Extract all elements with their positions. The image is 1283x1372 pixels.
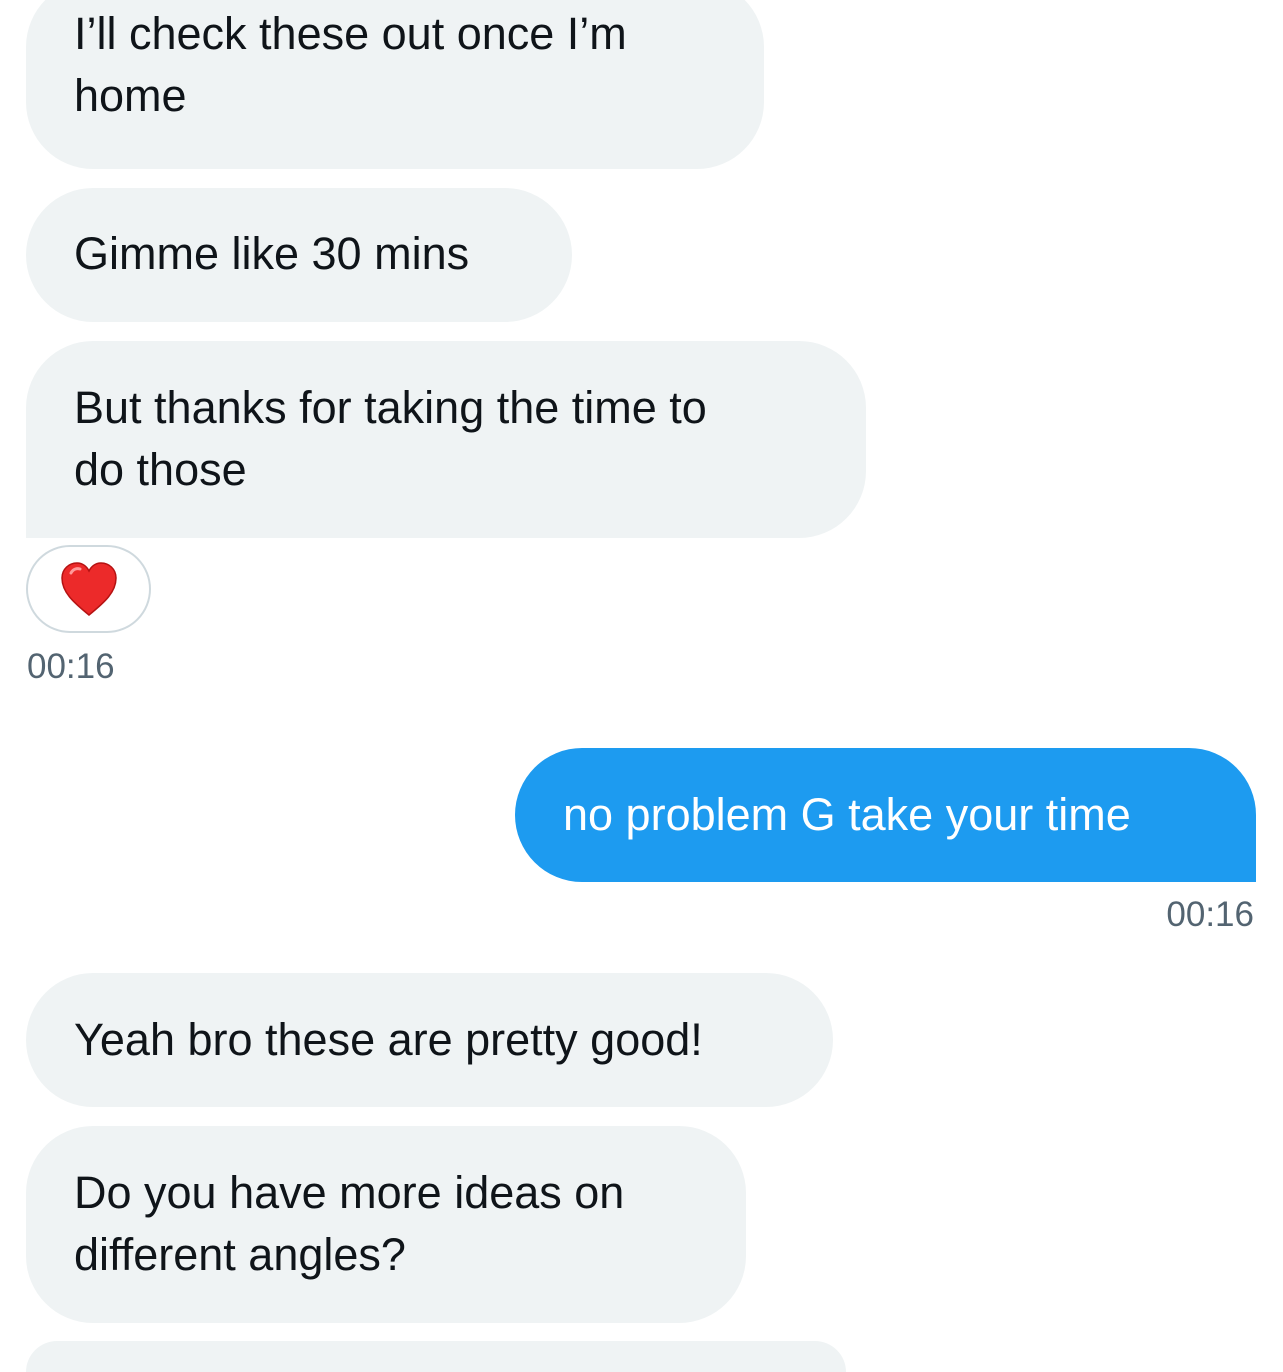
message-text: I’ll check these out once I’m [74, 8, 627, 59]
message-bubble-incoming-partial[interactable] [26, 1341, 846, 1372]
message-bubble-incoming[interactable]: Do you have more ideas on different angl… [26, 1126, 746, 1323]
message-timestamp: 00:16 [1166, 895, 1254, 934]
message-bubble-incoming[interactable]: But thanks for taking the time to do tho… [26, 341, 866, 538]
message-text: do those [74, 444, 247, 495]
heart-reaction[interactable] [26, 545, 151, 633]
message-bubble-incoming[interactable]: Gimme like 30 mins [26, 188, 572, 322]
message-text: But thanks for taking the time to [74, 382, 707, 433]
message-text: different angles? [74, 1229, 406, 1280]
message-bubble-outgoing[interactable]: no problem G take your time [515, 748, 1256, 882]
message-bubble-incoming[interactable]: Yeah bro these are pretty good! [26, 973, 833, 1107]
message-text: home [74, 70, 187, 121]
message-text: Yeah bro these are pretty good! [74, 1014, 703, 1065]
message-text: no problem G take your time [563, 789, 1131, 840]
dm-conversation: I’ll check these out once I’m home Gimme… [0, 0, 1283, 1372]
message-text: Gimme like 30 mins [74, 228, 470, 279]
message-bubble-incoming[interactable]: I’ll check these out once I’m home [26, 0, 764, 169]
message-timestamp: 00:16 [27, 647, 115, 686]
message-text: Do you have more ideas on [74, 1167, 625, 1218]
red-heart-icon [60, 562, 117, 616]
